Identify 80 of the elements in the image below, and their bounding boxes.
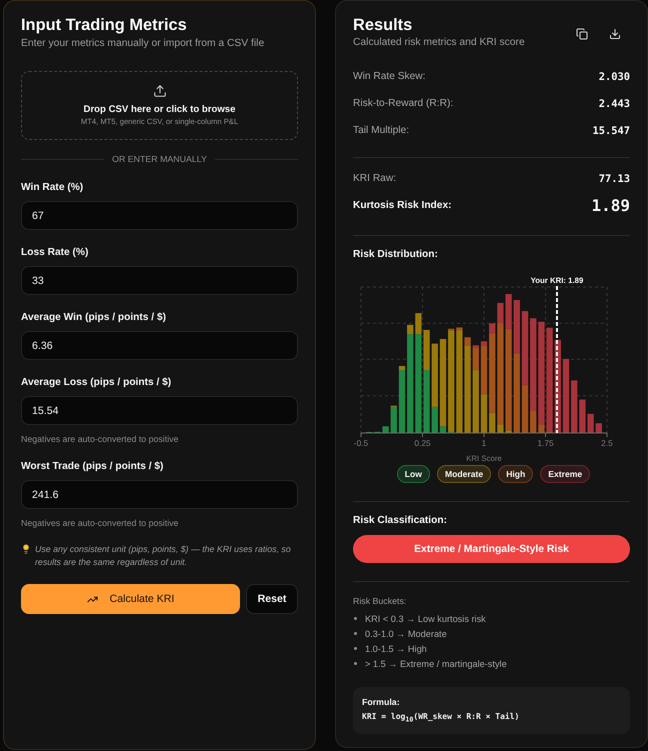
axis-tick-label: 2.5	[601, 438, 613, 448]
axis-tick-label: 0.25	[414, 438, 431, 448]
metric-label: KRI Raw:	[353, 173, 396, 184]
field-label: Worst Trade (pips / points / $)	[21, 460, 164, 474]
bullet-icon	[354, 647, 357, 650]
bullet-icon	[354, 632, 357, 635]
section-title: Risk Distribution:	[353, 248, 439, 262]
field-help-text: Negatives are auto-converted to positive	[21, 433, 180, 445]
low-risk-bar	[390, 406, 397, 433]
field-label: Loss Rate (%)	[21, 246, 90, 260]
metric-label: Tail Multiple:	[353, 125, 410, 136]
field-help-text: Negatives are auto-converted to positive	[21, 517, 180, 529]
high-risk-bar	[530, 410, 536, 433]
bucket-item: KRI < 0.3 → Low kurtosis risk	[365, 614, 486, 624]
bullet-icon	[354, 662, 357, 665]
reset-button[interactable]: Reset	[246, 584, 298, 614]
panel-title: Input Trading Metrics	[21, 15, 188, 36]
extreme-risk-bar	[480, 341, 488, 346]
low-risk-bar	[398, 370, 406, 433]
upload-icon	[152, 84, 166, 98]
metric-value: 77.13	[598, 172, 630, 184]
input-field[interactable]: 15.54	[21, 396, 298, 425]
bucket-item: 1.0-1.5 → High	[365, 644, 427, 654]
lightbulb-icon	[21, 544, 31, 554]
metric-value: 15.547	[592, 124, 630, 136]
input-field[interactable]: 67	[21, 201, 298, 230]
axis-tick-label: 1	[482, 438, 486, 448]
field-label: Win Rate (%)	[21, 181, 84, 195]
download-icon	[609, 28, 621, 40]
extreme-risk-bar	[514, 300, 520, 354]
panel-title: Results	[353, 15, 414, 36]
dropzone-title: Drop CSV here or click to browse	[84, 103, 236, 116]
divider-label: OR ENTER MANUALLY	[112, 153, 207, 165]
bucket-item: 0.3-1.0 → Moderate	[365, 628, 447, 638]
axis-tick-label: -0.5	[354, 438, 368, 448]
legend-item: Low	[396, 465, 430, 483]
moderate-risk-bar	[472, 370, 479, 433]
formula-title: Formula:	[362, 696, 401, 708]
trending-up-icon	[86, 594, 98, 604]
high-risk-bar	[464, 337, 471, 346]
input-field[interactable]: 33	[21, 266, 298, 295]
legend-item: High	[498, 465, 534, 483]
formula-text: KRI = log$_{10}$(WR_skew × R:R × Tail)	[362, 711, 520, 726]
low-risk-bar	[432, 406, 438, 433]
risk-classification-badge: Extreme / Martingale-Style Risk	[353, 535, 630, 563]
high-risk-bar	[472, 348, 479, 370]
axis-tick-label: 1.75	[537, 438, 554, 448]
high-risk-bar	[522, 385, 528, 433]
extreme-risk-bar	[596, 423, 602, 433]
extreme-risk-bar	[571, 380, 578, 433]
moderate-risk-bar	[480, 394, 488, 433]
moderate-risk-bar	[398, 366, 406, 370]
input-field[interactable]: 6.36	[21, 331, 298, 360]
buckets-title: Risk Buckets:	[353, 595, 408, 607]
input-field[interactable]: 241.6	[21, 480, 298, 509]
calculate-button[interactable]: Calculate KRI	[21, 584, 240, 614]
legend-item: Moderate	[436, 465, 492, 483]
moderate-risk-bar	[432, 344, 438, 407]
metric-value: 2.030	[598, 70, 630, 82]
panel-subtitle: Enter your metrics manually or import from a CSV file	[21, 37, 266, 51]
bucket-item: > 1.5 → Extreme / martingale-style	[365, 658, 507, 668]
high-risk-bar	[456, 327, 463, 330]
section-title: Risk Classification:	[353, 514, 448, 528]
metric-label: Win Rate Skew:	[353, 71, 426, 82]
extreme-risk-bar	[489, 323, 496, 334]
copy-icon	[576, 28, 588, 40]
panel-subtitle: Calculated risk metrics and KRI score	[353, 36, 525, 49]
field-label: Average Win (pips / points / $)	[21, 311, 168, 325]
moderate-risk-bar	[407, 324, 414, 334]
tip-text: Use any consistent unit (pips, points, $) — the KRI uses ratios, so results are the same regardless of unit.	[35, 543, 292, 568]
bullet-icon	[354, 617, 357, 620]
moderate-risk-bar	[489, 412, 496, 433]
metric-label: Kurtosis Risk Index:	[353, 200, 452, 211]
metric-value: 1.89	[591, 196, 630, 215]
high-risk-bar	[480, 346, 488, 394]
legend-item: Extreme	[540, 465, 590, 483]
metric-label: Risk-to-Reward (R:R):	[353, 98, 454, 109]
extreme-risk-bar	[472, 345, 479, 348]
metric-value: 2.443	[598, 98, 630, 110]
field-label: Average Loss (pips / points / $)	[21, 376, 172, 390]
